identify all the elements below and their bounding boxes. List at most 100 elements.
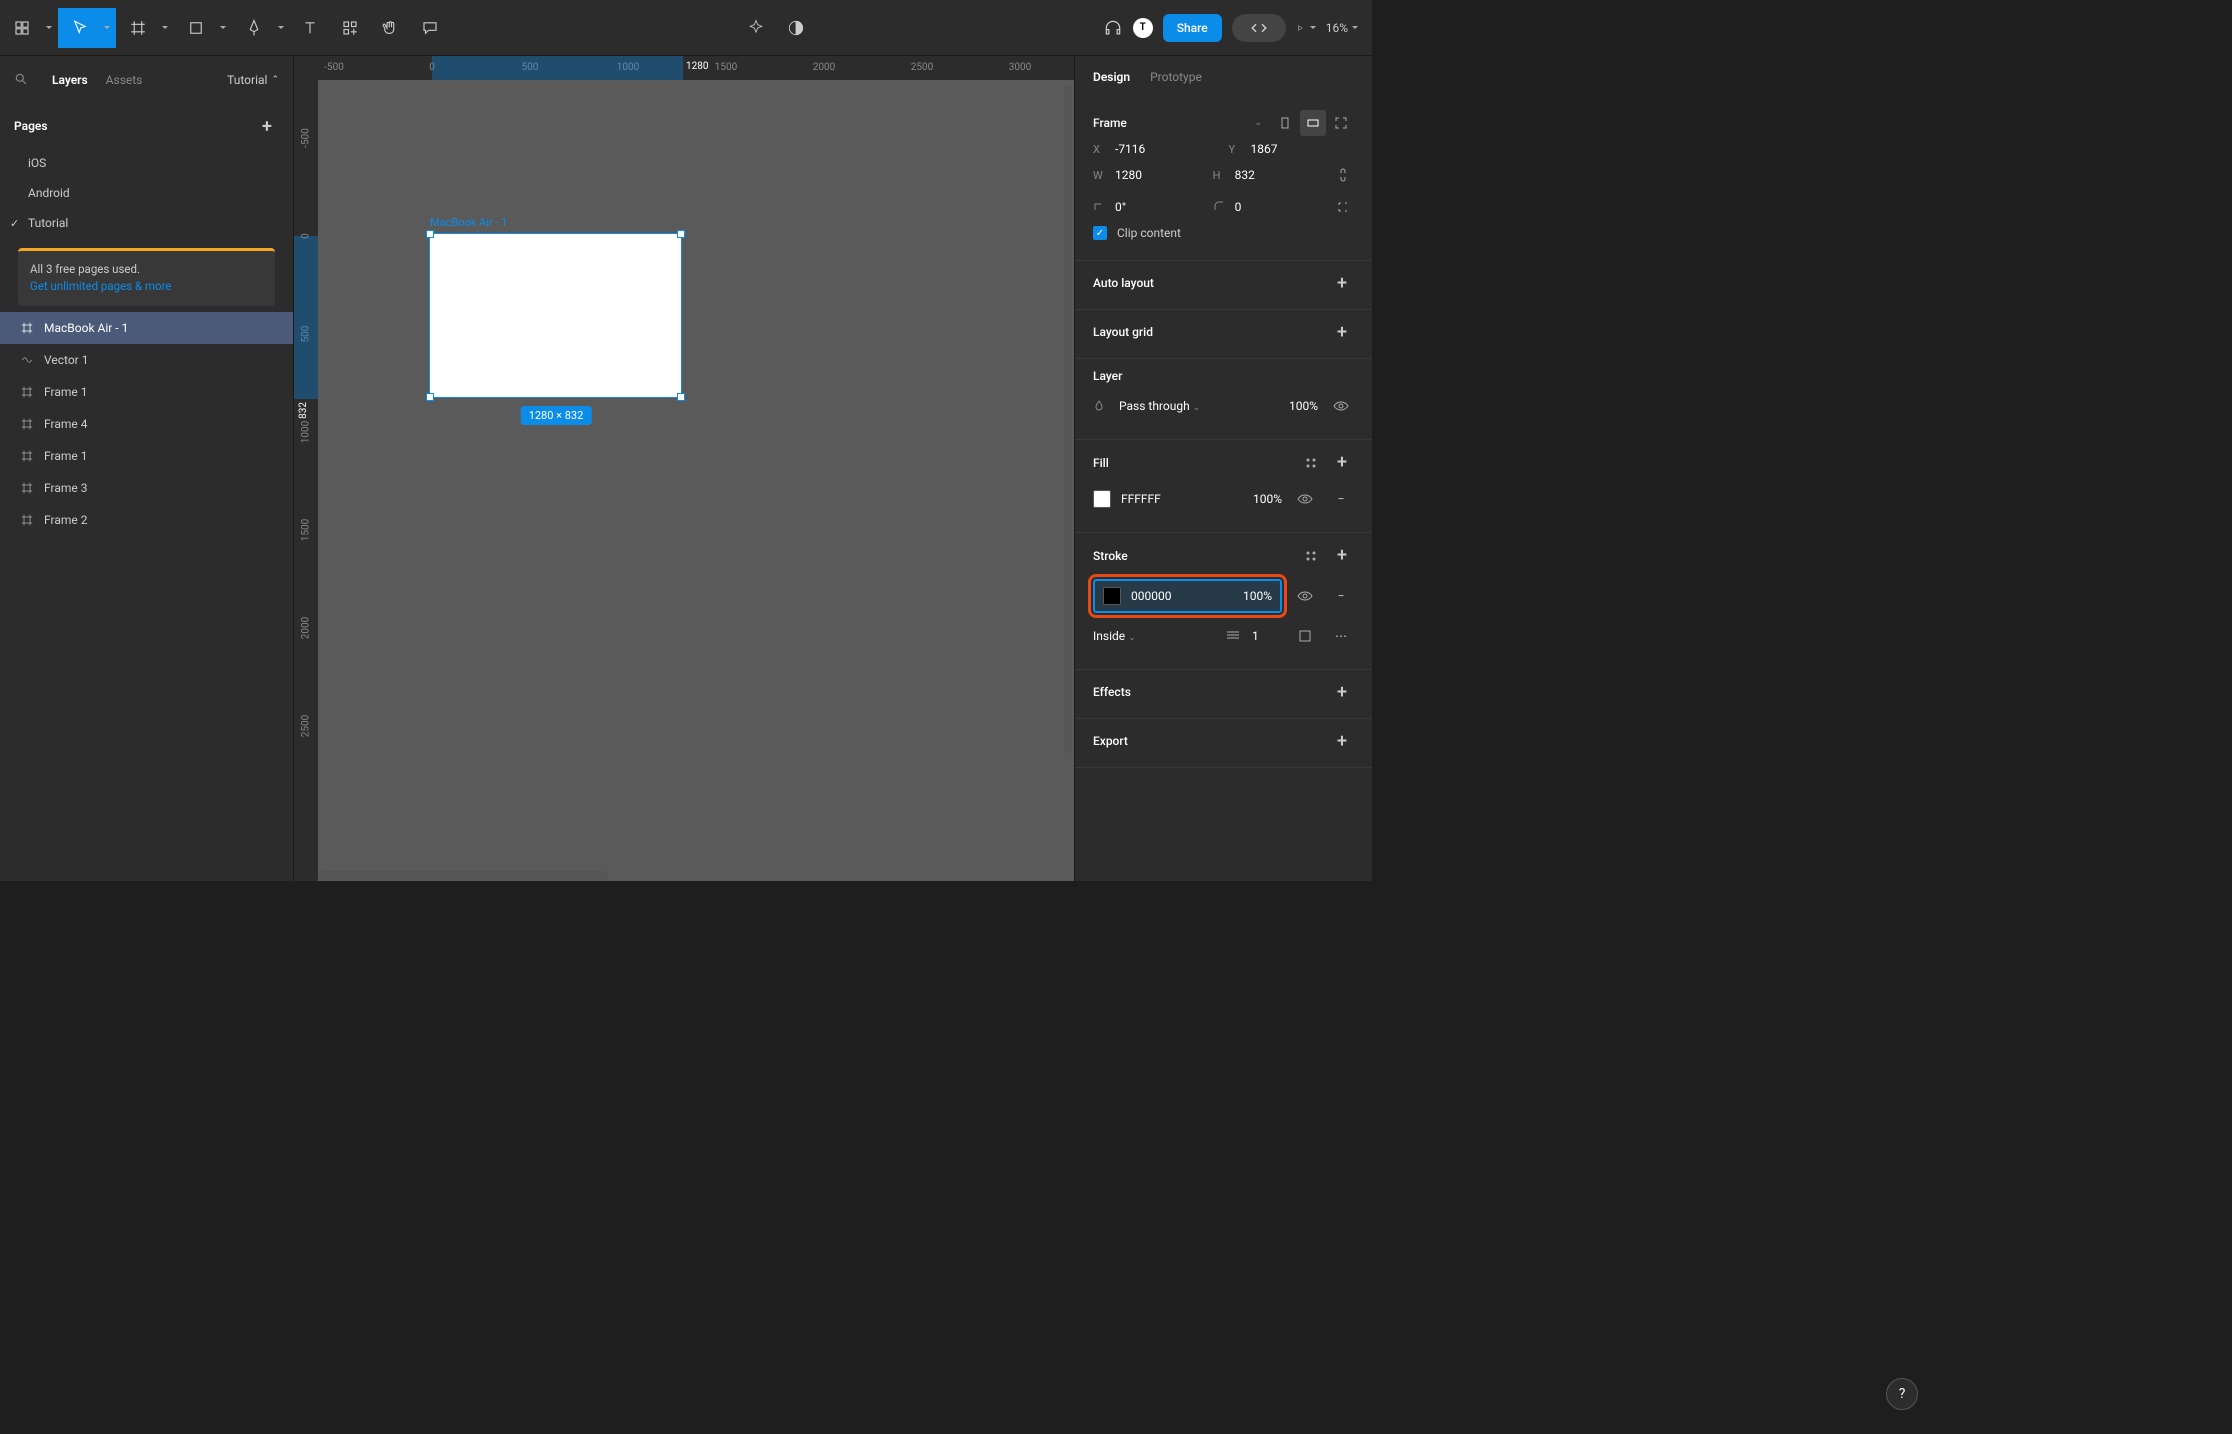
stroke-sides[interactable] <box>1292 623 1318 649</box>
ai-icon[interactable] <box>746 18 766 38</box>
page-item-android[interactable]: Android <box>0 178 293 208</box>
page-item-ios[interactable]: iOS <box>0 148 293 178</box>
layout-grid-label: Layout grid <box>1093 325 1153 339</box>
hand-tool[interactable] <box>370 8 410 48</box>
x-input[interactable]: -7116 <box>1115 142 1219 156</box>
frame-icon <box>20 417 34 431</box>
canvas[interactable]: -500 0 500 1000 1500 2000 2500 3000 1280… <box>294 56 1074 881</box>
layer-opacity-input[interactable]: 100% <box>1289 399 1318 413</box>
move-tool[interactable] <box>58 8 116 48</box>
fill-opacity-input[interactable]: 100% <box>1253 492 1282 506</box>
top-toolbar: T Share 16% <box>0 0 1372 56</box>
vector-icon <box>20 353 34 367</box>
stroke-color-row[interactable]: 000000 100% <box>1093 579 1282 613</box>
menu-button[interactable] <box>0 8 58 48</box>
frame-macbook-air[interactable]: MacBook Air - 1 <box>430 234 681 397</box>
export-label: Export <box>1093 734 1128 748</box>
rotation-icon <box>1093 200 1109 215</box>
ruler-vertical: -1000 -500 0 500 1000 1500 2000 2500 832 <box>294 80 318 881</box>
remove-fill[interactable]: − <box>1328 486 1354 512</box>
frame-icon <box>20 513 34 527</box>
add-effect[interactable]: + <box>1330 680 1354 704</box>
clip-content-checkbox[interactable]: ✓ <box>1093 226 1107 240</box>
pages-header: Pages <box>14 119 48 133</box>
layer-frame-2[interactable]: Frame 2 <box>0 504 293 536</box>
blend-icon <box>1093 399 1109 414</box>
scrollbar-vertical-thumb[interactable] <box>1064 86 1072 753</box>
add-fill[interactable]: + <box>1330 450 1354 474</box>
radius-input[interactable]: 0 <box>1235 200 1323 214</box>
ruler-corner <box>294 56 318 80</box>
w-input[interactable]: 1280 <box>1115 168 1203 182</box>
fill-section-title: Fill <box>1093 456 1109 470</box>
canvas-inner[interactable]: MacBook Air - 1 1280 × 832 <box>318 80 1074 881</box>
resources-tool[interactable] <box>330 8 370 48</box>
stroke-visibility[interactable] <box>1292 583 1318 609</box>
fill-styles-icon[interactable] <box>1298 450 1324 476</box>
tutorial-dropdown[interactable]: Tutorial⌃ <box>227 73 279 87</box>
ruler-selection-v <box>294 236 318 399</box>
dev-mode-toggle[interactable] <box>1232 14 1286 42</box>
help-button[interactable]: ? <box>1886 1378 1918 1410</box>
stroke-opacity-input[interactable]: 100% <box>1243 589 1272 603</box>
frame-icon <box>20 449 34 463</box>
visibility-toggle[interactable] <box>1328 393 1354 419</box>
fill-hex-input[interactable]: FFFFFF <box>1121 492 1243 506</box>
fill-swatch[interactable] <box>1093 490 1111 508</box>
prototype-tab[interactable]: Prototype <box>1150 70 1202 84</box>
scrollbar-vertical-track[interactable] <box>1064 86 1072 871</box>
layer-frame-3[interactable]: Frame 3 <box>0 472 293 504</box>
remove-stroke[interactable]: − <box>1328 583 1354 609</box>
layer-frame-4[interactable]: Frame 4 <box>0 408 293 440</box>
orientation-landscape[interactable] <box>1300 110 1326 136</box>
add-auto-layout[interactable]: + <box>1330 271 1354 295</box>
shape-tool[interactable] <box>174 8 232 48</box>
constrain-proportions[interactable] <box>1332 162 1354 188</box>
layer-frame-1a[interactable]: Frame 1 <box>0 376 293 408</box>
stroke-advanced[interactable]: ⋯ <box>1328 623 1354 649</box>
orientation-portrait[interactable] <box>1272 110 1298 136</box>
layers-tab[interactable]: Layers <box>52 73 88 87</box>
pen-tool[interactable] <box>232 8 290 48</box>
y-input[interactable]: 1867 <box>1251 142 1355 156</box>
comment-tool[interactable] <box>410 8 450 48</box>
frame-dropdown[interactable]: Frame ⌄ <box>1093 116 1262 130</box>
layer-macbook-air-1[interactable]: MacBook Air - 1 <box>0 312 293 344</box>
layer-frame-1b[interactable]: Frame 1 <box>0 440 293 472</box>
design-tab[interactable]: Design <box>1093 70 1130 84</box>
dimension-badge: 1280 × 832 <box>521 406 592 425</box>
stroke-hex-input[interactable]: 000000 <box>1131 589 1233 603</box>
stroke-position-dropdown[interactable]: Inside ⌄ <box>1093 629 1216 643</box>
page-item-tutorial[interactable]: Tutorial <box>0 208 293 238</box>
layer-vector-1[interactable]: Vector 1 <box>0 344 293 376</box>
assets-tab[interactable]: Assets <box>106 73 143 87</box>
headphones-icon[interactable] <box>1103 18 1123 38</box>
resize-to-fit[interactable] <box>1328 110 1354 136</box>
scrollbar-horizontal[interactable] <box>318 871 608 881</box>
independent-corners[interactable] <box>1332 194 1354 220</box>
w-label: W <box>1093 169 1109 182</box>
add-stroke[interactable]: + <box>1330 543 1354 567</box>
blend-mode-dropdown[interactable]: Pass through ⌄ <box>1119 399 1279 413</box>
upgrade-link[interactable]: Get unlimited pages & more <box>30 279 172 293</box>
contrast-icon[interactable] <box>786 18 806 38</box>
text-tool[interactable] <box>290 8 330 48</box>
add-export[interactable]: + <box>1330 729 1354 753</box>
frame-label[interactable]: MacBook Air - 1 <box>430 216 507 229</box>
rotation-input[interactable]: 0° <box>1115 200 1203 214</box>
stroke-swatch[interactable] <box>1103 587 1121 605</box>
frame-tool[interactable] <box>116 8 174 48</box>
stroke-width-input[interactable]: 1 <box>1252 629 1282 643</box>
h-input[interactable]: 832 <box>1235 168 1323 182</box>
fill-visibility[interactable] <box>1292 486 1318 512</box>
add-page-button[interactable]: + <box>255 114 279 138</box>
add-layout-grid[interactable]: + <box>1330 320 1354 344</box>
zoom-control[interactable]: 16% <box>1326 21 1358 35</box>
avatar-badge[interactable]: T <box>1133 18 1153 38</box>
frame-icon <box>20 481 34 495</box>
present-button[interactable] <box>1296 18 1316 38</box>
frame-icon <box>20 321 34 335</box>
stroke-styles-icon[interactable] <box>1298 543 1324 569</box>
share-button[interactable]: Share <box>1163 14 1222 42</box>
search-icon[interactable] <box>14 72 28 89</box>
